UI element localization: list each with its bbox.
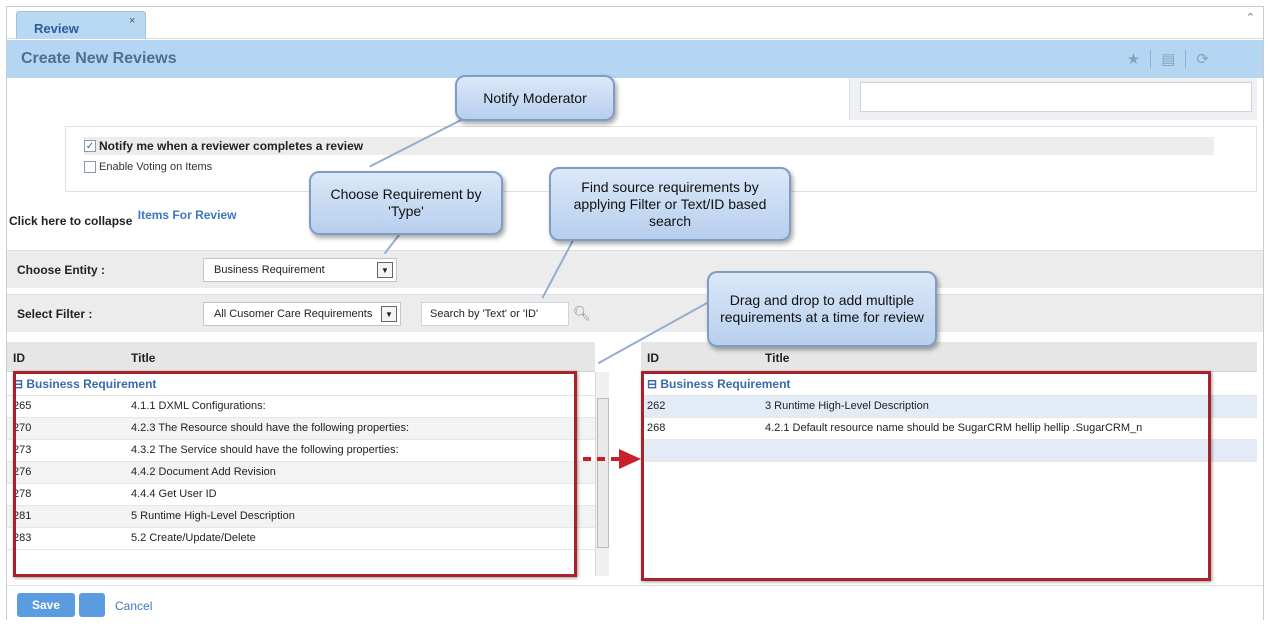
collapse-text[interactable]: Click here to collapse bbox=[9, 214, 132, 228]
source-grid-scrollbar[interactable] bbox=[595, 372, 609, 576]
scrollbar-thumb[interactable] bbox=[597, 398, 609, 548]
chevron-down-icon[interactable]: ▼ bbox=[381, 306, 397, 322]
close-icon[interactable]: × bbox=[129, 15, 135, 27]
group-label: ⊟ Business Requirement bbox=[13, 377, 157, 391]
table-row[interactable]: 278 4.4.4 Get User ID bbox=[7, 484, 595, 506]
table-row[interactable]: 283 5.2 Create/Update/Delete bbox=[7, 528, 595, 550]
entity-select[interactable]: Business Requirement ▼ bbox=[203, 258, 397, 282]
row-id: 283 bbox=[13, 532, 32, 544]
notify-option: ✓ Notify me when a reviewer completes a … bbox=[84, 137, 1214, 155]
group-name: Business Requirement bbox=[660, 377, 791, 391]
column-title[interactable]: Title bbox=[131, 351, 155, 365]
tab-review-label: Review bbox=[34, 21, 79, 36]
search-input[interactable]: Search by 'Text' or 'ID' bbox=[421, 302, 569, 326]
entity-label: Choose Entity : bbox=[17, 263, 106, 277]
table-row[interactable]: 276 4.4.2 Document Add Revision bbox=[7, 462, 595, 484]
row-title: 4.3.2 The Service should have the follow… bbox=[131, 444, 399, 456]
row-title: 4.4.2 Document Add Revision bbox=[131, 466, 276, 478]
group-row[interactable]: ⊟ Business Requirement bbox=[7, 372, 595, 396]
row-title: 5 Runtime High-Level Description bbox=[131, 510, 295, 522]
filter-row: Select Filter : All Cusomer Care Require… bbox=[7, 294, 1263, 332]
notify-label: Notify me when a reviewer completes a re… bbox=[99, 139, 364, 153]
review-requirements-grid: ID Title ⊟ Business Requirement 262 3 Run… bbox=[641, 342, 1257, 578]
callout-notify-moderator: Notify Moderator bbox=[455, 75, 615, 121]
row-title: 3 Runtime High-Level Description bbox=[765, 400, 929, 412]
table-row[interactable]: 281 5 Runtime High-Level Description bbox=[7, 506, 595, 528]
filter-label: Select Filter : bbox=[17, 307, 93, 321]
row-id: 278 bbox=[13, 488, 32, 500]
row-title: 4.2.1 Default resource name should be Su… bbox=[765, 422, 1143, 434]
notify-checkbox[interactable]: ✓ bbox=[84, 140, 96, 152]
table-row[interactable]: 270 4.2.3 The Resource should have the fo… bbox=[7, 418, 595, 440]
grid-header: ID Title bbox=[7, 342, 595, 372]
table-row[interactable]: 265 4.1.1 DXML Configurations: bbox=[7, 396, 595, 418]
row-title: 4.4.4 Get User ID bbox=[131, 488, 217, 500]
refresh-icon[interactable]: ⟳ bbox=[1196, 50, 1209, 68]
table-row[interactable]: 262 3 Runtime High-Level Description bbox=[641, 396, 1257, 418]
callout-search: Find source requirements by applying Fil… bbox=[549, 167, 791, 241]
row-title: 4.2.3 The Resource should have the follo… bbox=[131, 422, 410, 434]
table-row[interactable]: 268 4.2.1 Default resource name should be… bbox=[641, 418, 1257, 440]
save-options-button[interactable] bbox=[79, 593, 105, 617]
row-id: 262 bbox=[647, 400, 666, 412]
side-panel-field[interactable] bbox=[860, 82, 1252, 112]
callout-drag-drop: Drag and drop to add multiple requiremen… bbox=[707, 271, 937, 347]
page-title: Create New Reviews bbox=[21, 50, 177, 67]
row-title: 4.1.1 DXML Configurations: bbox=[131, 400, 266, 412]
review-window: Review × ⌃ Create New Reviews ★ ▤ ⟳ ✓ No… bbox=[6, 6, 1264, 621]
entity-select-value: Business Requirement bbox=[214, 264, 325, 276]
voting-checkbox[interactable] bbox=[84, 161, 96, 173]
column-id[interactable]: ID bbox=[13, 351, 25, 365]
source-requirements-grid: ID Title ⊟ Business Requirement 265 4.1.1… bbox=[7, 342, 595, 578]
group-row[interactable]: ⊟ Business Requirement bbox=[641, 372, 1257, 396]
filter-select-value: All Cusomer Care Requirements bbox=[214, 308, 373, 320]
row-id: 281 bbox=[13, 510, 32, 522]
voting-option: Enable Voting on Items bbox=[84, 161, 212, 173]
star-icon[interactable]: ★ bbox=[1127, 50, 1140, 68]
header-toolbar: ★ ▤ ⟳ bbox=[1127, 50, 1209, 68]
drag-arrow-head bbox=[619, 449, 641, 469]
tab-bar: Review × ⌃ bbox=[7, 7, 1263, 39]
callout-choose-type: Choose Requirement by 'Type' bbox=[309, 171, 503, 235]
group-label: ⊟ Business Requirement bbox=[647, 377, 791, 391]
voting-label: Enable Voting on Items bbox=[99, 161, 213, 173]
footer-bar: Save Cancel bbox=[7, 585, 1263, 621]
folder-icon[interactable]: ▤ bbox=[1161, 50, 1175, 68]
entity-row: Choose Entity : Business Requirement ▼ bbox=[7, 250, 1263, 288]
toolbar-divider bbox=[1185, 50, 1187, 68]
page-header: Create New Reviews ★ ▤ ⟳ bbox=[7, 40, 1263, 78]
drag-arrow-line bbox=[583, 457, 619, 461]
collapse-up-icon[interactable]: ⌃ bbox=[1246, 11, 1255, 24]
row-id: 273 bbox=[13, 444, 32, 456]
group-name: Business Requirement bbox=[26, 377, 157, 391]
row-title: 5.2 Create/Update/Delete bbox=[131, 532, 256, 544]
chevron-down-icon[interactable]: ▼ bbox=[377, 262, 393, 278]
save-button[interactable]: Save bbox=[17, 593, 75, 617]
side-panel bbox=[849, 78, 1257, 120]
cancel-link[interactable]: Cancel bbox=[115, 599, 152, 613]
items-for-review-link[interactable]: Items For Review bbox=[138, 208, 237, 222]
row-id: 276 bbox=[13, 466, 32, 478]
table-row[interactable]: 273 4.3.2 The Service should have the fol… bbox=[7, 440, 595, 462]
column-id[interactable]: ID bbox=[647, 351, 659, 365]
row-id: 270 bbox=[13, 422, 32, 434]
tab-review[interactable]: Review × bbox=[16, 11, 146, 39]
toolbar-divider bbox=[1150, 50, 1152, 68]
collapse-section: Click here to collapse Items For Review bbox=[9, 208, 236, 228]
column-title[interactable]: Title bbox=[765, 351, 789, 365]
search-icon[interactable]: 🔍︎ bbox=[573, 305, 591, 322]
drop-zone-row[interactable] bbox=[641, 440, 1257, 462]
row-id: 268 bbox=[647, 422, 666, 434]
row-id: 265 bbox=[13, 400, 32, 412]
filter-select[interactable]: All Cusomer Care Requirements ▼ bbox=[203, 302, 401, 326]
